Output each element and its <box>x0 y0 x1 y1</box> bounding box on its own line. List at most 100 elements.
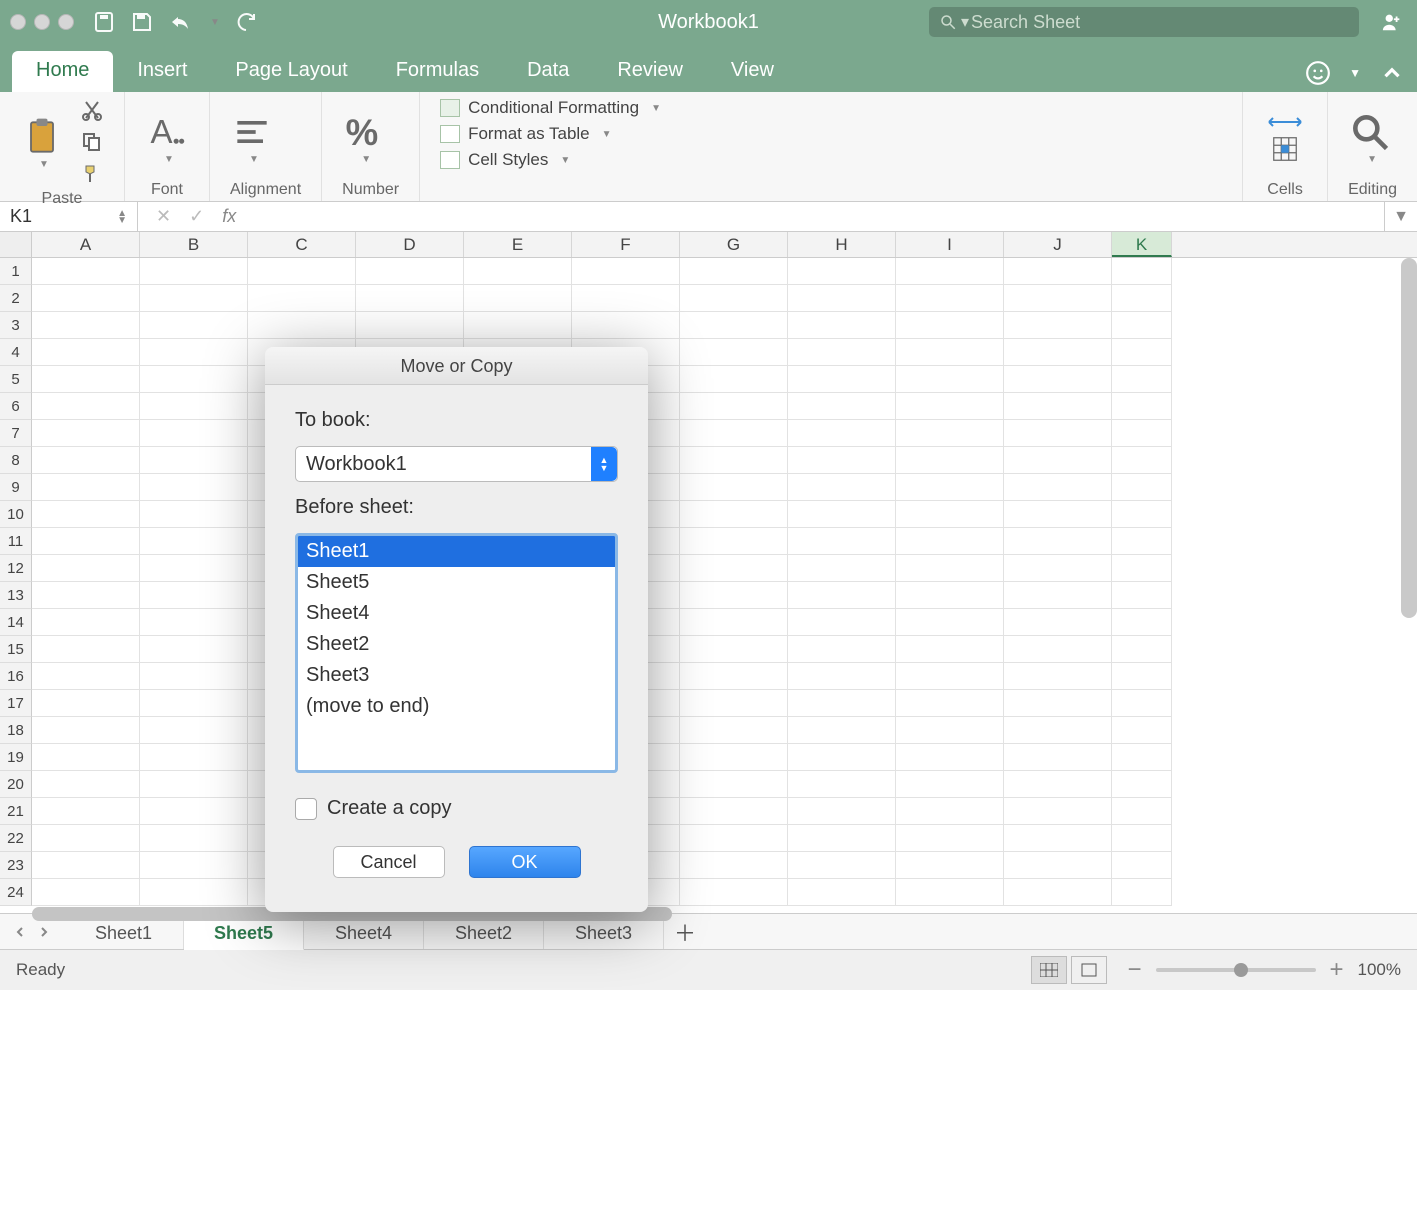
list-item[interactable]: Sheet4 <box>298 598 615 629</box>
cell[interactable] <box>32 393 140 420</box>
cell[interactable] <box>680 663 788 690</box>
sheet-nav-prev-icon[interactable] <box>12 924 28 940</box>
cell[interactable] <box>1004 852 1112 879</box>
sheet-nav-next-icon[interactable] <box>36 924 52 940</box>
fx-icon[interactable]: fx <box>222 206 236 227</box>
cell[interactable] <box>1004 609 1112 636</box>
horizontal-scrollbar-track[interactable] <box>32 906 1417 922</box>
row-header[interactable]: 12 <box>0 555 32 582</box>
row-header[interactable]: 1 <box>0 258 32 285</box>
find-icon[interactable] <box>1348 110 1392 154</box>
cell[interactable] <box>1112 258 1172 285</box>
cell[interactable] <box>788 609 896 636</box>
cell[interactable] <box>896 528 1004 555</box>
copy-icon[interactable] <box>80 130 104 154</box>
undo-icon[interactable] <box>168 10 192 34</box>
row-header[interactable]: 15 <box>0 636 32 663</box>
row-header[interactable]: 22 <box>0 825 32 852</box>
cell[interactable] <box>1112 690 1172 717</box>
cell[interactable] <box>464 285 572 312</box>
cell[interactable] <box>140 663 248 690</box>
cell[interactable] <box>680 339 788 366</box>
cell[interactable] <box>788 420 896 447</box>
cell[interactable] <box>680 393 788 420</box>
share-icon[interactable] <box>1377 11 1407 33</box>
ok-button[interactable]: OK <box>469 846 581 878</box>
percent-icon[interactable]: % <box>342 110 386 154</box>
cell[interactable] <box>788 771 896 798</box>
to-book-combobox[interactable]: Workbook1 ▲▼ <box>295 446 618 482</box>
row-header[interactable]: 2 <box>0 285 32 312</box>
ribbon-tab-home[interactable]: Home <box>12 51 113 92</box>
cell[interactable] <box>896 339 1004 366</box>
cell[interactable] <box>572 312 680 339</box>
cell[interactable] <box>1004 285 1112 312</box>
cell[interactable] <box>896 852 1004 879</box>
view-page-layout-button[interactable] <box>1071 956 1107 984</box>
cell[interactable] <box>140 879 248 906</box>
cell[interactable] <box>788 717 896 744</box>
cell[interactable] <box>788 501 896 528</box>
ribbon-tab-formulas[interactable]: Formulas <box>372 51 503 92</box>
cell[interactable] <box>32 447 140 474</box>
cell[interactable] <box>1004 312 1112 339</box>
cell[interactable] <box>32 744 140 771</box>
cell[interactable] <box>140 447 248 474</box>
cell[interactable] <box>140 528 248 555</box>
cell[interactable] <box>896 609 1004 636</box>
cell[interactable] <box>356 285 464 312</box>
cell[interactable] <box>788 798 896 825</box>
cell[interactable] <box>788 582 896 609</box>
font-icon[interactable]: A <box>145 110 189 154</box>
cell[interactable] <box>32 879 140 906</box>
cell[interactable] <box>788 393 896 420</box>
search-box[interactable]: ▾ <box>929 7 1359 37</box>
cell[interactable] <box>32 636 140 663</box>
cell[interactable] <box>248 258 356 285</box>
cell[interactable] <box>1004 555 1112 582</box>
list-item[interactable]: Sheet1 <box>298 536 615 567</box>
column-header[interactable]: D <box>356 232 464 257</box>
row-header[interactable]: 14 <box>0 609 32 636</box>
cell[interactable] <box>1004 636 1112 663</box>
cell[interactable] <box>140 366 248 393</box>
column-header[interactable]: J <box>1004 232 1112 257</box>
row-header[interactable]: 16 <box>0 663 32 690</box>
editing-dropdown-icon[interactable]: ▼ <box>1367 154 1377 165</box>
zoom-slider[interactable] <box>1156 968 1316 972</box>
cell[interactable] <box>1004 663 1112 690</box>
row-header[interactable]: 11 <box>0 528 32 555</box>
cell[interactable] <box>1112 474 1172 501</box>
cell[interactable] <box>32 366 140 393</box>
cell[interactable] <box>1112 825 1172 852</box>
cell[interactable] <box>680 312 788 339</box>
cell[interactable] <box>140 339 248 366</box>
cell[interactable] <box>680 852 788 879</box>
cell[interactable] <box>32 258 140 285</box>
alignment-icon[interactable] <box>230 110 274 154</box>
row-header[interactable]: 9 <box>0 474 32 501</box>
cell[interactable] <box>1004 474 1112 501</box>
format-painter-icon[interactable] <box>80 162 104 186</box>
cell[interactable] <box>788 636 896 663</box>
cell[interactable] <box>680 285 788 312</box>
cell[interactable] <box>1004 798 1112 825</box>
cell[interactable] <box>1112 393 1172 420</box>
alignment-dropdown-icon[interactable]: ▼ <box>249 154 259 165</box>
cell[interactable] <box>896 285 1004 312</box>
cell[interactable] <box>32 798 140 825</box>
cell[interactable] <box>1112 339 1172 366</box>
ribbon-tab-review[interactable]: Review <box>593 51 707 92</box>
row-header[interactable]: 3 <box>0 312 32 339</box>
cell[interactable] <box>896 744 1004 771</box>
row-header[interactable]: 21 <box>0 798 32 825</box>
cell[interactable] <box>32 285 140 312</box>
cell[interactable] <box>140 636 248 663</box>
close-window-icon[interactable] <box>10 14 26 30</box>
cancel-button[interactable]: Cancel <box>333 846 445 878</box>
cell[interactable] <box>248 285 356 312</box>
column-header[interactable]: I <box>896 232 1004 257</box>
cell[interactable] <box>788 825 896 852</box>
minimize-window-icon[interactable] <box>34 14 50 30</box>
cell[interactable] <box>1112 744 1172 771</box>
